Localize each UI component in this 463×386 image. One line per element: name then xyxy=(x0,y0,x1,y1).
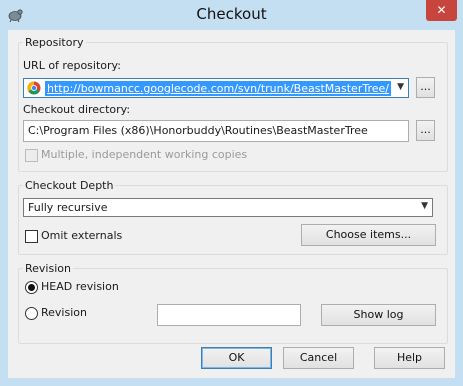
head-revision-label: HEAD revision xyxy=(41,280,119,293)
ok-button[interactable]: OK xyxy=(201,347,272,369)
show-log-button[interactable]: Show log xyxy=(321,304,436,326)
window-title: Checkout xyxy=(196,5,267,23)
revision-label: Revision xyxy=(41,306,87,319)
checkout-directory-input[interactable]: C:\Program Files (x86)\Honorbuddy\Routin… xyxy=(23,120,409,142)
choose-items-button[interactable]: Choose items... xyxy=(301,224,436,246)
cancel-button[interactable]: Cancel xyxy=(283,347,354,369)
depth-select[interactable]: Fully recursive ▼ xyxy=(23,198,433,217)
chevron-down-icon[interactable]: ▼ xyxy=(421,201,428,211)
help-button[interactable]: Help xyxy=(374,347,445,369)
radio-selected-dot xyxy=(28,284,35,291)
repository-group: Repository URL of repository: http://bow… xyxy=(18,36,448,172)
repository-legend: Repository xyxy=(23,36,86,49)
dir-browse-button[interactable]: ... xyxy=(416,120,435,141)
dialog-content: Repository URL of repository: http://bow… xyxy=(8,30,455,378)
close-button[interactable]: ✕ xyxy=(426,0,457,21)
checkout-depth-legend: Checkout Depth xyxy=(23,179,116,192)
multiple-copies-checkbox[interactable] xyxy=(25,149,38,162)
depth-selected: Fully recursive xyxy=(28,201,108,214)
omit-externals-label: Omit externals xyxy=(41,229,123,242)
title-bar[interactable]: Checkout ✕ xyxy=(0,0,463,30)
head-revision-radio[interactable] xyxy=(25,281,38,294)
checkout-dialog: Checkout ✕ Repository URL of repository:… xyxy=(0,0,463,386)
revision-legend: Revision xyxy=(23,262,73,275)
url-browse-button[interactable]: ... xyxy=(416,77,435,98)
omit-externals-checkbox[interactable] xyxy=(25,230,38,243)
revision-radio[interactable] xyxy=(25,307,38,320)
url-value: http://bowmancc.googlecode.com/svn/trunk… xyxy=(45,81,391,96)
dir-label: Checkout directory: xyxy=(23,103,131,116)
checkout-depth-group: Checkout Depth Fully recursive ▼ Omit ex… xyxy=(18,179,448,255)
url-combo[interactable]: http://bowmancc.googlecode.com/svn/trunk… xyxy=(23,78,409,98)
checkout-directory-value: C:\Program Files (x86)\Honorbuddy\Routin… xyxy=(28,124,368,137)
chrome-icon xyxy=(27,81,41,95)
dropdown-arrow-icon[interactable]: ▼ xyxy=(397,82,404,92)
revision-group: Revision HEAD revision Revision Show log xyxy=(18,262,448,344)
multiple-copies-label: Multiple, independent working copies xyxy=(41,148,248,161)
revision-input[interactable] xyxy=(157,304,301,326)
url-label: URL of repository: xyxy=(23,59,121,72)
